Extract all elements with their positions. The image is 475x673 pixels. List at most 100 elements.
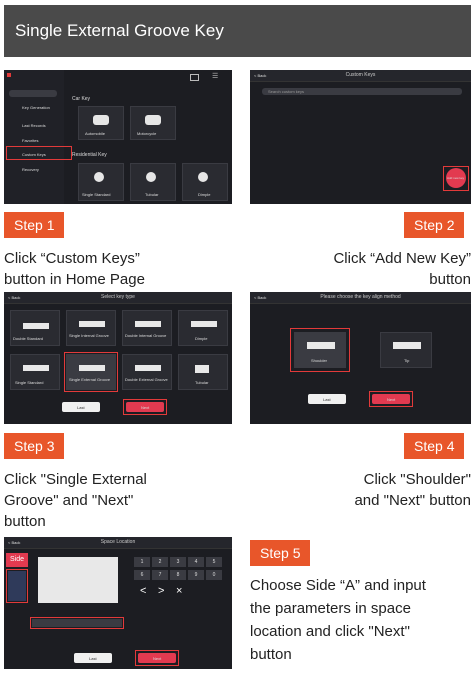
- key-icon: [135, 321, 161, 327]
- highlight-next: [135, 650, 179, 666]
- tile-label: Single Standard: [15, 380, 44, 385]
- screen-title: Space Location: [100, 539, 136, 545]
- motorcycle-key-icon: [145, 115, 161, 125]
- sidebar-item-recovery[interactable]: Recovery: [22, 167, 39, 172]
- desc-line: the parameters in space: [250, 600, 411, 617]
- key-icon: [23, 323, 49, 329]
- step-4-badge: Step 4: [404, 433, 465, 459]
- desc-line: button: [4, 513, 46, 530]
- tile-label: Motorcycle: [137, 131, 157, 136]
- last-button[interactable]: Last: [62, 402, 100, 412]
- highlight-space-inputs: [30, 617, 124, 629]
- screenshot-space-location: < Back Space Location Side 1 2 3 4 5 6 7…: [4, 537, 232, 669]
- tile-dimple[interactable]: Dimple: [178, 310, 228, 346]
- last-button[interactable]: Last: [74, 653, 112, 663]
- prev-icon[interactable]: <: [140, 585, 146, 597]
- side-tab[interactable]: Side: [6, 553, 28, 567]
- keypad-key[interactable]: 9: [188, 570, 204, 580]
- sidebar-item-favorites[interactable]: Favorites: [22, 138, 38, 143]
- keypad-key[interactable]: 1: [134, 557, 150, 567]
- search-input[interactable]: Search custom keys: [262, 88, 462, 95]
- key-icon: [198, 172, 208, 182]
- key-icon: [191, 321, 217, 327]
- desc-line: Groove" and "Next": [4, 492, 134, 509]
- key-preview: [38, 557, 118, 603]
- tile-single-standard[interactable]: Single Standard: [78, 163, 124, 201]
- tile-tip[interactable]: Tip: [380, 332, 432, 368]
- desc-line: location and click "Next": [250, 623, 410, 640]
- tile-tubular[interactable]: Tubular: [178, 354, 228, 390]
- tile-label: Automobile: [85, 131, 106, 136]
- key-icon: [93, 115, 109, 125]
- last-button-label: Last: [89, 656, 97, 661]
- tile-double-external-groove[interactable]: Double External Groove: [122, 354, 172, 390]
- key-icon: [94, 172, 104, 182]
- screen-title: Please choose the key align method: [320, 294, 401, 300]
- residential-key-heading: Residential Key: [72, 152, 107, 158]
- keypad: 1 2 3 4 5 6 7 8 9 0 < > ×: [134, 557, 224, 605]
- sidebar-item-last-records[interactable]: Last Records: [22, 123, 46, 128]
- step-3-badge: Step 3: [4, 433, 65, 459]
- key-icon: [146, 172, 156, 182]
- screenshot-custom-keys: < Back Custom Keys Search custom keys Ad…: [250, 70, 471, 204]
- tile-dimple[interactable]: Dimple: [182, 163, 228, 201]
- screenshot-home-page: Key Generation Last Records Favorites Cu…: [4, 70, 232, 204]
- tile-label: Double External Groove: [125, 377, 168, 382]
- tile-automobile[interactable]: Automobile: [78, 106, 124, 140]
- keypad-key[interactable]: 6: [134, 570, 150, 580]
- screenshot-align-method: < Back Please choose the key align metho…: [250, 292, 471, 424]
- tile-double-internal-groove[interactable]: Double Internal Groove: [122, 310, 172, 346]
- desc-line: button: [250, 646, 292, 663]
- desc-line: Click "Shoulder": [363, 471, 471, 488]
- key-icon: [23, 365, 49, 371]
- tile-label: Tubular: [145, 192, 159, 197]
- step-3-description: Click "Single External Groove" and "Next…: [4, 469, 234, 532]
- search-placeholder: Search custom keys: [268, 89, 305, 94]
- page-title: Single External Groove Key: [4, 5, 471, 57]
- screen-title: Custom Keys: [345, 72, 376, 78]
- tile-single-standard[interactable]: Single Standard: [10, 354, 60, 390]
- delete-icon[interactable]: ×: [176, 585, 182, 597]
- step-2-description: Click “Add New Key” button: [240, 248, 471, 290]
- key-icon: [79, 321, 105, 327]
- next-icon[interactable]: >: [158, 585, 164, 597]
- highlight-single-external-groove: [64, 352, 118, 392]
- tile-single-internal-groove[interactable]: Single Internal Groove: [66, 310, 116, 346]
- desc-line: and "Next" button: [354, 492, 471, 509]
- desc-line: button in Home Page: [4, 271, 145, 288]
- tile-double-standard[interactable]: Double Standard: [10, 310, 60, 346]
- last-button-label: Last: [77, 405, 85, 410]
- keypad-key[interactable]: 0: [206, 570, 222, 580]
- keypad-key[interactable]: 2: [152, 557, 168, 567]
- step-2-badge: Step 2: [404, 212, 465, 238]
- tile-label: Dimple: [195, 336, 208, 341]
- highlight-next: [369, 391, 413, 407]
- highlight-shoulder: [290, 328, 350, 372]
- tile-label: Single Internal Groove: [69, 333, 109, 338]
- keypad-key[interactable]: 5: [206, 557, 222, 567]
- tile-label: Tip: [404, 358, 410, 363]
- last-button[interactable]: Last: [308, 394, 346, 404]
- step-1-description: Click “Custom Keys” button in Home Page: [4, 248, 234, 290]
- keypad-key[interactable]: 7: [152, 570, 168, 580]
- step-4-description: Click "Shoulder" and "Next" button: [240, 469, 471, 511]
- message-icon[interactable]: [190, 74, 199, 81]
- top-bar: < Back Select key type: [4, 292, 232, 304]
- car-key-heading: Car Key: [72, 96, 91, 102]
- keypad-key[interactable]: 3: [170, 557, 186, 567]
- menu-icon[interactable]: ☰: [212, 73, 218, 80]
- desc-line: Click “Add New Key”: [333, 250, 471, 267]
- sidebar-item-key-generation[interactable]: Key Generation: [22, 105, 50, 110]
- tile-tubular[interactable]: Tubular: [130, 163, 176, 201]
- tile-motorcycle[interactable]: Motorcycle: [130, 106, 176, 140]
- sidebar-search[interactable]: [9, 90, 57, 97]
- keypad-key[interactable]: 4: [188, 557, 204, 567]
- highlight-custom-keys: [6, 146, 72, 160]
- top-bar: < Back Custom Keys: [250, 70, 471, 82]
- tile-label: Tubular: [195, 380, 209, 385]
- key-icon: [195, 365, 209, 373]
- tile-label: Double Standard: [13, 336, 44, 341]
- tile-label: Double Internal Groove: [125, 333, 167, 338]
- keypad-key[interactable]: 8: [170, 570, 186, 580]
- last-button-label: Last: [323, 397, 331, 402]
